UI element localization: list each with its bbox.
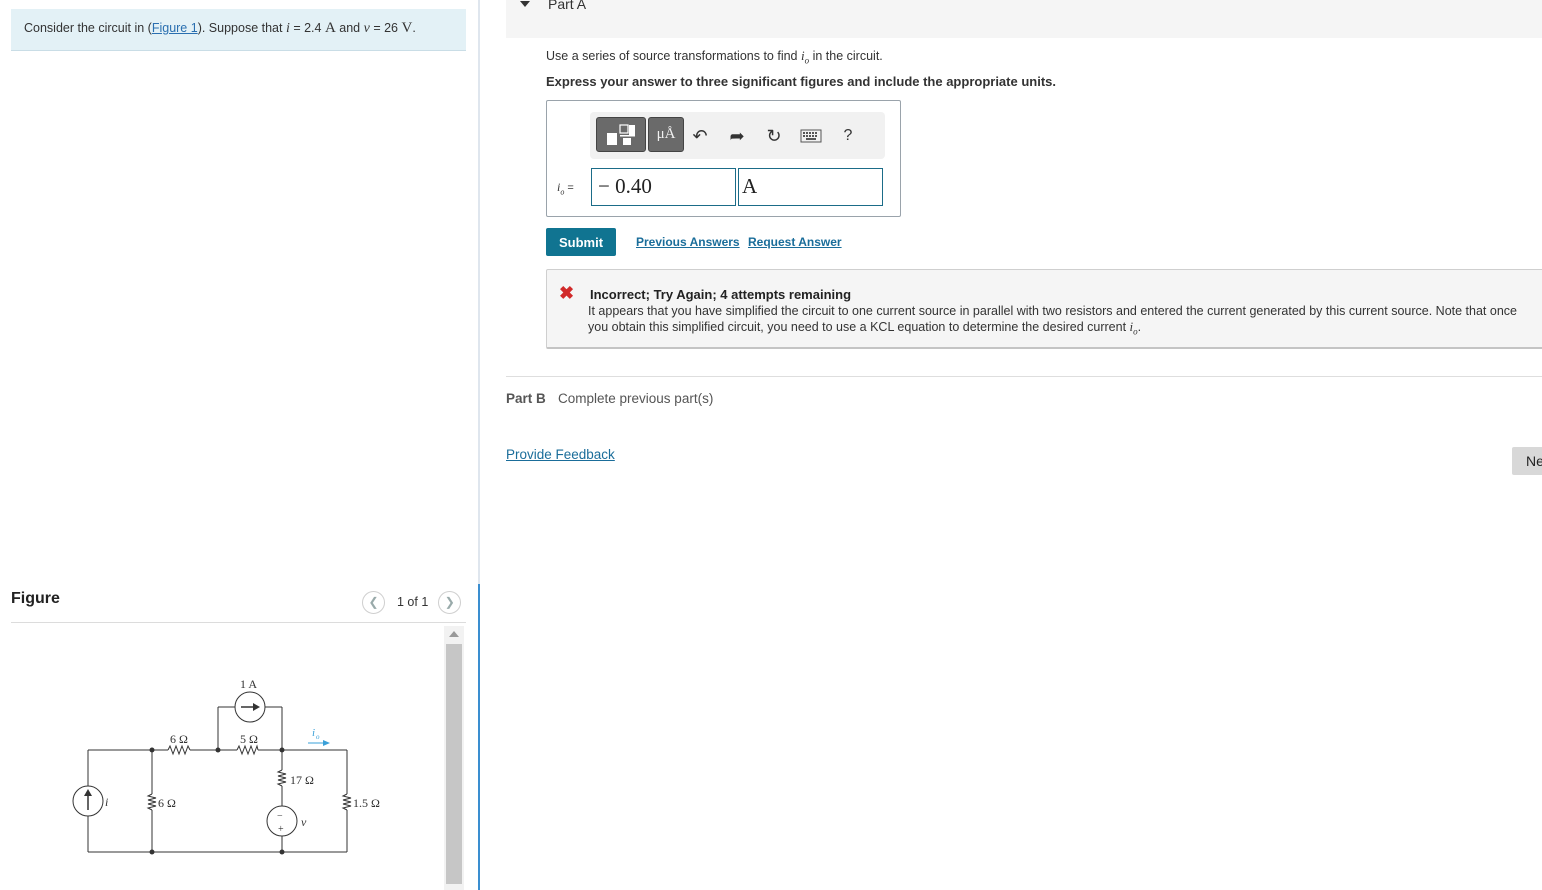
- chevron-left-icon: ❮: [368, 595, 379, 609]
- instruction-post: in the circuit.: [809, 49, 883, 63]
- part-a-title: Part A: [548, 0, 587, 12]
- part-a-header[interactable]: Part A: [506, 0, 1542, 38]
- problem-text-end: .: [412, 21, 416, 35]
- unit-i: A: [324, 20, 336, 36]
- answer-label: io =: [557, 179, 574, 197]
- prev-figure-button[interactable]: ❮: [362, 590, 385, 614]
- feedback-line-2-pre: you obtain this simplified circuit, you …: [588, 320, 1127, 334]
- caret-down-icon[interactable]: [520, 1, 530, 7]
- submit-button[interactable]: Submit: [546, 228, 616, 256]
- redo-icon[interactable]: ➦: [725, 124, 749, 148]
- right-pane: Part A Use a series of source transforma…: [480, 0, 1542, 890]
- problem-statement: Consider the circuit in (Figure 1). Supp…: [11, 9, 466, 51]
- part-b-label[interactable]: Part B: [506, 391, 546, 406]
- label-5: 5 Ω: [240, 732, 258, 746]
- label-plus: +: [278, 824, 284, 835]
- label-io: i: [312, 727, 315, 739]
- math-toolbar: μÅ ↶ ➦ ↻ ?: [590, 112, 885, 159]
- node-5: [279, 849, 285, 855]
- instruction-text: Use a series of source transformations t…: [546, 48, 883, 66]
- answer-eq: =: [564, 182, 574, 194]
- next-button[interactable]: Ne: [1512, 447, 1542, 475]
- scroll-up-arrow-icon[interactable]: [449, 631, 459, 637]
- undo-icon[interactable]: ↶: [688, 124, 712, 148]
- figure-link[interactable]: Figure 1: [152, 21, 198, 35]
- incorrect-x-icon: ✖: [559, 283, 575, 303]
- feedback-body: It appears that you have simplified the …: [588, 303, 1542, 340]
- answer-unit-field[interactable]: A: [738, 168, 883, 206]
- label-17: 17 Ω: [290, 773, 314, 787]
- pager-text: 1 of 1: [397, 595, 429, 609]
- figure-pager: ❮ 1 of 1 ❯: [362, 590, 462, 614]
- node-1: [149, 747, 155, 753]
- node-3: [279, 747, 285, 753]
- io-arrow-icon: [323, 740, 330, 746]
- problem-text-mid: ). Suppose that: [197, 21, 283, 35]
- units-button[interactable]: μÅ: [648, 117, 684, 152]
- feedback-title: Incorrect; Try Again; 4 attempts remaini…: [590, 287, 852, 302]
- label-i: i: [105, 795, 108, 809]
- figure-divider: [11, 622, 466, 623]
- unit-v: V: [401, 20, 413, 36]
- feedback-line-2: you obtain this simplified circuit, you …: [588, 319, 1542, 340]
- feedback-end: .: [1137, 320, 1142, 334]
- feedback-line-1: It appears that you have simplified the …: [588, 304, 1517, 318]
- resistor-5: [236, 744, 259, 756]
- previous-answers-link[interactable]: Previous Answers: [636, 235, 740, 249]
- provide-feedback-link[interactable]: Provide Feedback: [506, 447, 615, 462]
- figure-scrollbar[interactable]: [444, 626, 464, 890]
- problem-text-prefix: Consider the circuit in (: [24, 21, 152, 35]
- label-1-5: 1.5 Ω: [353, 796, 380, 810]
- circuit-diagram: 1 A 6 Ω 5 Ω 17 Ω 6 Ω 1.5 Ω i v − + i o: [72, 677, 380, 855]
- figure-title: Figure: [11, 590, 60, 607]
- scroll-thumb[interactable]: [446, 644, 462, 884]
- chevron-right-icon: ❯: [444, 595, 455, 609]
- left-pane: Consider the circuit in (Figure 1). Supp…: [0, 0, 479, 890]
- reset-icon[interactable]: ↻: [762, 124, 786, 148]
- templates-icon: [607, 123, 635, 145]
- label-6-top: 6 Ω: [170, 732, 188, 746]
- node-4: [149, 849, 155, 855]
- resistor-6-top: [167, 744, 191, 756]
- label-1a: 1 A: [240, 677, 257, 691]
- request-answer-link[interactable]: Request Answer: [748, 235, 842, 249]
- part-b-status: Complete previous part(s): [558, 391, 714, 406]
- part-b-divider: [506, 376, 1542, 377]
- answer-value-field[interactable]: − 0.40: [591, 168, 736, 206]
- answer-box: μÅ ↶ ➦ ↻ ? io = − 0.40 A: [546, 100, 901, 217]
- value-v: = 26: [369, 21, 398, 35]
- next-figure-button[interactable]: ❯: [438, 590, 462, 614]
- label-6-left: 6 Ω: [158, 796, 176, 810]
- value-i: = 2.4: [289, 21, 322, 35]
- feedback-box: ✖ Incorrect; Try Again; 4 attempts remai…: [546, 269, 1542, 349]
- label-v: v: [301, 815, 307, 829]
- templates-button[interactable]: [596, 117, 646, 152]
- instruction-pre: Use a series of source transformations t…: [546, 49, 798, 63]
- resistor-17: [276, 769, 287, 787]
- resistor-6-left: [146, 793, 157, 811]
- help-icon[interactable]: ?: [836, 124, 860, 148]
- resistor-1-5: [341, 793, 352, 811]
- problem-text-and: and: [335, 21, 361, 35]
- node-2: [215, 747, 221, 753]
- instruction-bold: Express your answer to three significant…: [546, 74, 1056, 89]
- keyboard-icon[interactable]: [799, 124, 823, 148]
- label-io-sub: o: [316, 733, 320, 741]
- label-minus: −: [277, 811, 283, 822]
